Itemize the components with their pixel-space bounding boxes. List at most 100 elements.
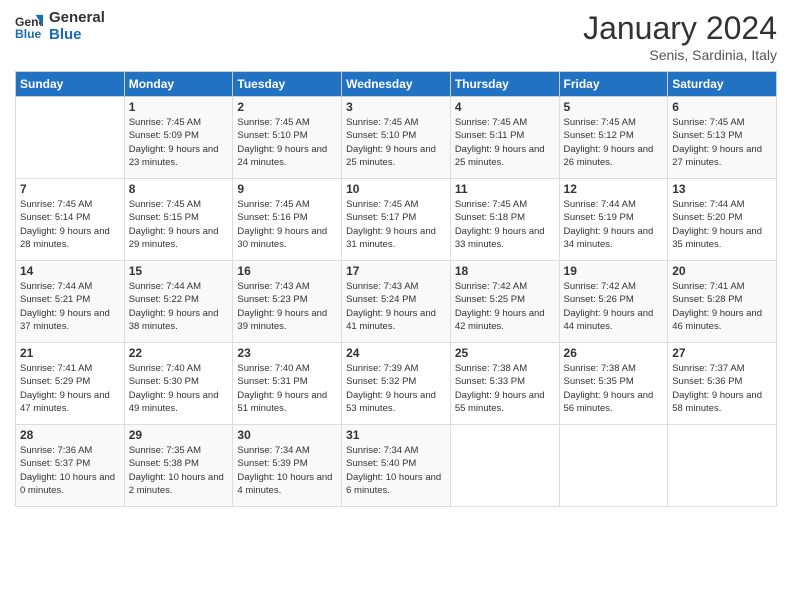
- location: Senis, Sardinia, Italy: [583, 47, 777, 63]
- day-info: Sunrise: 7:44 AMSunset: 5:19 PMDaylight:…: [564, 198, 664, 251]
- title-block: January 2024 Senis, Sardinia, Italy: [583, 10, 777, 63]
- day-number: 23: [237, 346, 337, 360]
- day-info: Sunrise: 7:36 AMSunset: 5:37 PMDaylight:…: [20, 444, 120, 497]
- day-number: 21: [20, 346, 120, 360]
- day-info: Sunrise: 7:44 AMSunset: 5:21 PMDaylight:…: [20, 280, 120, 333]
- day-info: Sunrise: 7:37 AMSunset: 5:36 PMDaylight:…: [672, 362, 772, 415]
- day-info: Sunrise: 7:45 AMSunset: 5:18 PMDaylight:…: [455, 198, 555, 251]
- header-row: Sunday Monday Tuesday Wednesday Thursday…: [16, 72, 777, 97]
- day-number: 29: [129, 428, 229, 442]
- week-row-4: 28 Sunrise: 7:36 AMSunset: 5:37 PMDayligh…: [16, 425, 777, 507]
- day-number: 28: [20, 428, 120, 442]
- logo-line1: General: [49, 10, 105, 27]
- day-info: Sunrise: 7:45 AMSunset: 5:15 PMDaylight:…: [129, 198, 229, 251]
- day-info: Sunrise: 7:41 AMSunset: 5:28 PMDaylight:…: [672, 280, 772, 333]
- day-number: 14: [20, 264, 120, 278]
- day-info: Sunrise: 7:34 AMSunset: 5:40 PMDaylight:…: [346, 444, 446, 497]
- day-number: 12: [564, 182, 664, 196]
- day-info: Sunrise: 7:41 AMSunset: 5:29 PMDaylight:…: [20, 362, 120, 415]
- day-info: Sunrise: 7:42 AMSunset: 5:26 PMDaylight:…: [564, 280, 664, 333]
- col-wednesday: Wednesday: [342, 72, 451, 97]
- day-number: 10: [346, 182, 446, 196]
- cell-4-4: [450, 425, 559, 507]
- cell-1-5: 12 Sunrise: 7:44 AMSunset: 5:19 PMDayligh…: [559, 179, 668, 261]
- cell-0-4: 4Sunrise: 7:45 AMSunset: 5:11 PMDaylight…: [450, 97, 559, 179]
- week-row-1: 7 Sunrise: 7:45 AMSunset: 5:14 PMDaylight…: [16, 179, 777, 261]
- day-info: Sunrise: 7:40 AMSunset: 5:31 PMDaylight:…: [237, 362, 337, 415]
- col-tuesday: Tuesday: [233, 72, 342, 97]
- col-friday: Friday: [559, 72, 668, 97]
- day-number: 13: [672, 182, 772, 196]
- svg-text:Blue: Blue: [15, 27, 42, 41]
- cell-1-0: 7 Sunrise: 7:45 AMSunset: 5:14 PMDaylight…: [16, 179, 125, 261]
- day-number: 6: [672, 100, 772, 114]
- day-info: Sunrise: 7:44 AMSunset: 5:20 PMDaylight:…: [672, 198, 772, 251]
- day-number: 30: [237, 428, 337, 442]
- day-number: 25: [455, 346, 555, 360]
- day-number: 18: [455, 264, 555, 278]
- cell-4-5: [559, 425, 668, 507]
- day-info: Sunrise: 7:43 AMSunset: 5:24 PMDaylight:…: [346, 280, 446, 333]
- day-number: 15: [129, 264, 229, 278]
- day-number: 31: [346, 428, 446, 442]
- page: General Blue General Blue January 2024 S…: [0, 0, 792, 612]
- cell-3-2: 23 Sunrise: 7:40 AMSunset: 5:31 PMDayligh…: [233, 343, 342, 425]
- cell-4-6: [668, 425, 777, 507]
- day-number: 22: [129, 346, 229, 360]
- week-row-2: 14 Sunrise: 7:44 AMSunset: 5:21 PMDayligh…: [16, 261, 777, 343]
- cell-2-4: 18Sunrise: 7:42 AMSunset: 5:25 PMDayligh…: [450, 261, 559, 343]
- cell-2-6: 20Sunrise: 7:41 AMSunset: 5:28 PMDayligh…: [668, 261, 777, 343]
- day-number: 26: [564, 346, 664, 360]
- week-row-0: 1 Sunrise: 7:45 AMSunset: 5:09 PMDaylight…: [16, 97, 777, 179]
- logo-line2: Blue: [49, 27, 105, 44]
- day-info: Sunrise: 7:38 AMSunset: 5:35 PMDaylight:…: [564, 362, 664, 415]
- col-saturday: Saturday: [668, 72, 777, 97]
- day-info: Sunrise: 7:43 AMSunset: 5:23 PMDaylight:…: [237, 280, 337, 333]
- day-number: 2: [237, 100, 337, 114]
- cell-2-1: 15 Sunrise: 7:44 AMSunset: 5:22 PMDayligh…: [124, 261, 233, 343]
- day-info: Sunrise: 7:45 AMSunset: 5:16 PMDaylight:…: [237, 198, 337, 251]
- cell-4-0: 28 Sunrise: 7:36 AMSunset: 5:37 PMDayligh…: [16, 425, 125, 507]
- day-number: 9: [237, 182, 337, 196]
- day-number: 27: [672, 346, 772, 360]
- cell-4-3: 31 Sunrise: 7:34 AMSunset: 5:40 PMDayligh…: [342, 425, 451, 507]
- day-info: Sunrise: 7:45 AMSunset: 5:09 PMDaylight:…: [129, 116, 229, 169]
- day-info: Sunrise: 7:45 AMSunset: 5:17 PMDaylight:…: [346, 198, 446, 251]
- day-number: 5: [564, 100, 664, 114]
- cell-0-1: 1 Sunrise: 7:45 AMSunset: 5:09 PMDaylight…: [124, 97, 233, 179]
- cell-2-5: 19 Sunrise: 7:42 AMSunset: 5:26 PMDayligh…: [559, 261, 668, 343]
- day-info: Sunrise: 7:45 AMSunset: 5:10 PMDaylight:…: [346, 116, 446, 169]
- cell-0-3: 3 Sunrise: 7:45 AMSunset: 5:10 PMDaylight…: [342, 97, 451, 179]
- day-number: 17: [346, 264, 446, 278]
- day-info: Sunrise: 7:35 AMSunset: 5:38 PMDaylight:…: [129, 444, 229, 497]
- header: General Blue General Blue January 2024 S…: [15, 10, 777, 63]
- cell-1-3: 10 Sunrise: 7:45 AMSunset: 5:17 PMDayligh…: [342, 179, 451, 261]
- day-info: Sunrise: 7:44 AMSunset: 5:22 PMDaylight:…: [129, 280, 229, 333]
- calendar-table: Sunday Monday Tuesday Wednesday Thursday…: [15, 71, 777, 507]
- cell-0-5: 5Sunrise: 7:45 AMSunset: 5:12 PMDaylight…: [559, 97, 668, 179]
- day-info: Sunrise: 7:34 AMSunset: 5:39 PMDaylight:…: [237, 444, 337, 497]
- cell-3-3: 24Sunrise: 7:39 AMSunset: 5:32 PMDayligh…: [342, 343, 451, 425]
- col-thursday: Thursday: [450, 72, 559, 97]
- day-info: Sunrise: 7:40 AMSunset: 5:30 PMDaylight:…: [129, 362, 229, 415]
- day-info: Sunrise: 7:38 AMSunset: 5:33 PMDaylight:…: [455, 362, 555, 415]
- day-info: Sunrise: 7:45 AMSunset: 5:14 PMDaylight:…: [20, 198, 120, 251]
- day-number: 1: [129, 100, 229, 114]
- cell-0-2: 2Sunrise: 7:45 AMSunset: 5:10 PMDaylight…: [233, 97, 342, 179]
- cell-3-0: 21 Sunrise: 7:41 AMSunset: 5:29 PMDayligh…: [16, 343, 125, 425]
- week-row-3: 21 Sunrise: 7:41 AMSunset: 5:29 PMDayligh…: [16, 343, 777, 425]
- cell-3-4: 25 Sunrise: 7:38 AMSunset: 5:33 PMDayligh…: [450, 343, 559, 425]
- day-number: 11: [455, 182, 555, 196]
- cell-3-5: 26 Sunrise: 7:38 AMSunset: 5:35 PMDayligh…: [559, 343, 668, 425]
- logo: General Blue General Blue: [15, 10, 105, 43]
- day-number: 3: [346, 100, 446, 114]
- cell-2-2: 16Sunrise: 7:43 AMSunset: 5:23 PMDayligh…: [233, 261, 342, 343]
- cell-0-0: [16, 97, 125, 179]
- day-number: 7: [20, 182, 120, 196]
- month-title: January 2024: [583, 10, 777, 47]
- day-number: 19: [564, 264, 664, 278]
- cell-1-6: 13 Sunrise: 7:44 AMSunset: 5:20 PMDayligh…: [668, 179, 777, 261]
- cell-2-0: 14 Sunrise: 7:44 AMSunset: 5:21 PMDayligh…: [16, 261, 125, 343]
- cell-1-1: 8 Sunrise: 7:45 AMSunset: 5:15 PMDaylight…: [124, 179, 233, 261]
- day-number: 8: [129, 182, 229, 196]
